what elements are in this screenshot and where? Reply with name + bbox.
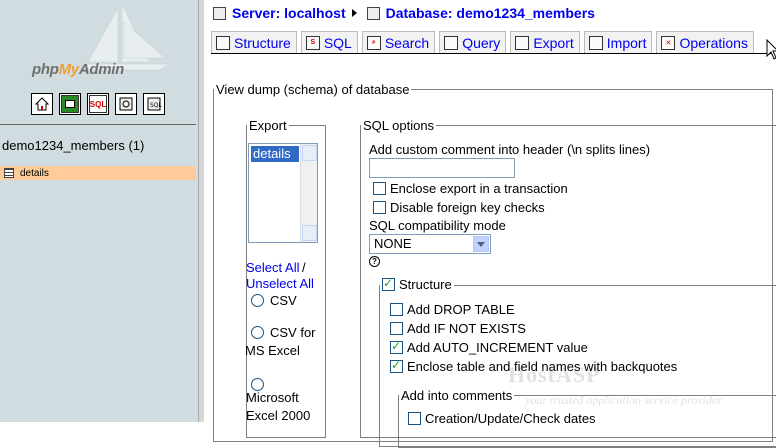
navigation-frame: phpMyAdmin SQL SQL demo1234_members (1) … [0, 0, 198, 422]
enclose-transaction-option[interactable]: Enclose export in a transaction [373, 181, 568, 196]
svg-text:SQL: SQL [150, 102, 162, 109]
creation-dates-label[interactable]: Creation/Update/Check dates [425, 411, 596, 426]
sql-icon[interactable]: SQL [87, 93, 109, 115]
table-select-list[interactable]: details [248, 143, 318, 243]
tab-bar: Structure S SQL ⌕ Search Query Export Impo… [211, 31, 754, 53]
breadcrumb-database[interactable]: Database: demo1234_members [386, 5, 595, 21]
database-icon [366, 6, 380, 20]
add-auto-increment-label[interactable]: Add AUTO_INCREMENT value [407, 340, 588, 355]
unselect-all-link[interactable]: Unselect All [246, 276, 314, 291]
add-drop-table-option[interactable]: Add DROP TABLE [390, 302, 515, 317]
breadcrumb: Server: localhost Database: demo1234_mem… [213, 5, 595, 21]
tab-label: Export [533, 34, 574, 51]
structure-icon [216, 35, 230, 50]
tab-import[interactable]: Import [583, 31, 653, 53]
add-auto-increment-checkbox[interactable] [390, 339, 403, 354]
help-icon[interactable]: ? [369, 256, 380, 267]
select-separator: / [302, 260, 306, 275]
home-icon[interactable] [31, 93, 53, 115]
scroll-down-icon[interactable] [302, 225, 317, 241]
format-csv-label[interactable]: CSV [270, 292, 297, 310]
add-if-not-exists-option[interactable]: Add IF NOT EXISTS [390, 321, 526, 336]
format-excel2000-label[interactable]: Microsoft Excel 2000 [246, 389, 326, 425]
tab-underline [211, 53, 771, 54]
table-icon[interactable] [4, 168, 14, 178]
add-drop-table-checkbox[interactable] [390, 303, 403, 316]
enclose-transaction-label[interactable]: Enclose export in a transaction [390, 181, 568, 196]
enclose-backquotes-checkbox[interactable] [390, 358, 403, 373]
tab-query[interactable]: Query [439, 31, 507, 53]
select-all-link[interactable]: Select All [246, 260, 299, 275]
sql-icon: S [305, 35, 320, 50]
logo-php: php [32, 61, 59, 78]
disable-fk-checkbox[interactable] [373, 201, 386, 214]
frame-divider[interactable] [198, 0, 205, 422]
add-if-not-exists-checkbox[interactable] [390, 322, 403, 335]
format-csv[interactable]: CSV [251, 292, 297, 310]
export-icon [515, 35, 530, 50]
disable-fk-label[interactable]: Disable foreign key checks [390, 200, 545, 215]
quick-links: SQL SQL [31, 93, 165, 115]
format-csv-excel-label[interactable]: CSV for MS Excel [245, 324, 323, 360]
comment-input[interactable] [369, 158, 515, 178]
structure-checkbox[interactable] [382, 276, 395, 291]
docs-sql-icon[interactable]: SQL [143, 93, 165, 115]
tab-label: Query [462, 34, 501, 51]
operations-icon: ✕ [661, 35, 676, 50]
search-icon: ⌕ [366, 35, 381, 50]
import-icon [588, 35, 603, 50]
list-scrollbar[interactable] [300, 144, 317, 242]
logo-admin: Admin [78, 61, 125, 78]
tab-label: Operations [679, 34, 748, 51]
breadcrumb-server[interactable]: Server: localhost [232, 5, 346, 21]
sidebar-item-details[interactable]: details [0, 166, 196, 180]
add-drop-table-label[interactable]: Add DROP TABLE [407, 302, 515, 317]
chevron-down-icon[interactable] [473, 236, 489, 252]
watermark-title: HostASP [508, 362, 601, 387]
table-option-details[interactable]: details [251, 146, 299, 162]
compat-mode-select[interactable]: NONE [369, 234, 491, 254]
tab-sql[interactable]: S SQL [300, 31, 358, 53]
logo-wordmark: phpMyAdmin [32, 61, 124, 78]
server-icon [213, 6, 226, 20]
compat-label: SQL compatibility mode [369, 218, 506, 233]
mouse-cursor-icon [766, 39, 776, 60]
tab-search[interactable]: ⌕ Search [361, 31, 436, 53]
tab-structure[interactable]: Structure [211, 31, 297, 53]
tab-label: Search [384, 34, 430, 51]
enclose-transaction-checkbox[interactable] [373, 182, 386, 195]
tab-label: Import [606, 34, 647, 51]
database-link[interactable]: demo1234_members (1) [2, 138, 144, 153]
tab-operations[interactable]: ✕ Operations [656, 31, 754, 53]
tab-label: Structure [234, 34, 291, 51]
tab-export[interactable]: Export [510, 31, 580, 53]
scroll-up-icon[interactable] [302, 145, 317, 161]
structure-label[interactable]: Structure [399, 277, 452, 292]
disable-fk-option[interactable]: Disable foreign key checks [373, 200, 545, 215]
tab-label: SQL [323, 34, 352, 51]
logo-my: My [58, 61, 80, 78]
nav-separator [0, 124, 196, 125]
docs-icon[interactable] [115, 93, 137, 115]
watermark-subtitle: your trusted application service provide… [525, 393, 722, 407]
dump-legend: View dump (schema) of database [216, 82, 410, 97]
creation-dates-option[interactable]: Creation/Update/Check dates [408, 411, 596, 426]
add-auto-increment-option[interactable]: Add AUTO_INCREMENT value [390, 339, 588, 355]
structure-legend: Structure [380, 276, 454, 294]
add-if-not-exists-label[interactable]: Add IF NOT EXISTS [407, 321, 526, 336]
phpmyadmin-logo[interactable]: phpMyAdmin [0, 0, 198, 90]
export-legend: Export [249, 118, 287, 133]
main-frame: Server: localhost Database: demo1234_mem… [205, 0, 776, 448]
format-csv-excel[interactable]: CSV for MS Excel [245, 324, 323, 360]
query-window-icon[interactable] [59, 93, 81, 115]
sidebar-item-label[interactable]: details [20, 168, 49, 179]
comments-legend: Add into comments [401, 388, 513, 403]
breadcrumb-arrow-icon [351, 9, 357, 17]
comment-label: Add custom comment into header (\n split… [369, 142, 651, 157]
compat-mode-value[interactable]: NONE [374, 236, 412, 251]
creation-dates-checkbox[interactable] [408, 412, 421, 425]
format-csv-radio[interactable] [251, 294, 264, 307]
sql-options-legend: SQL options [363, 118, 435, 133]
query-icon [444, 35, 459, 50]
